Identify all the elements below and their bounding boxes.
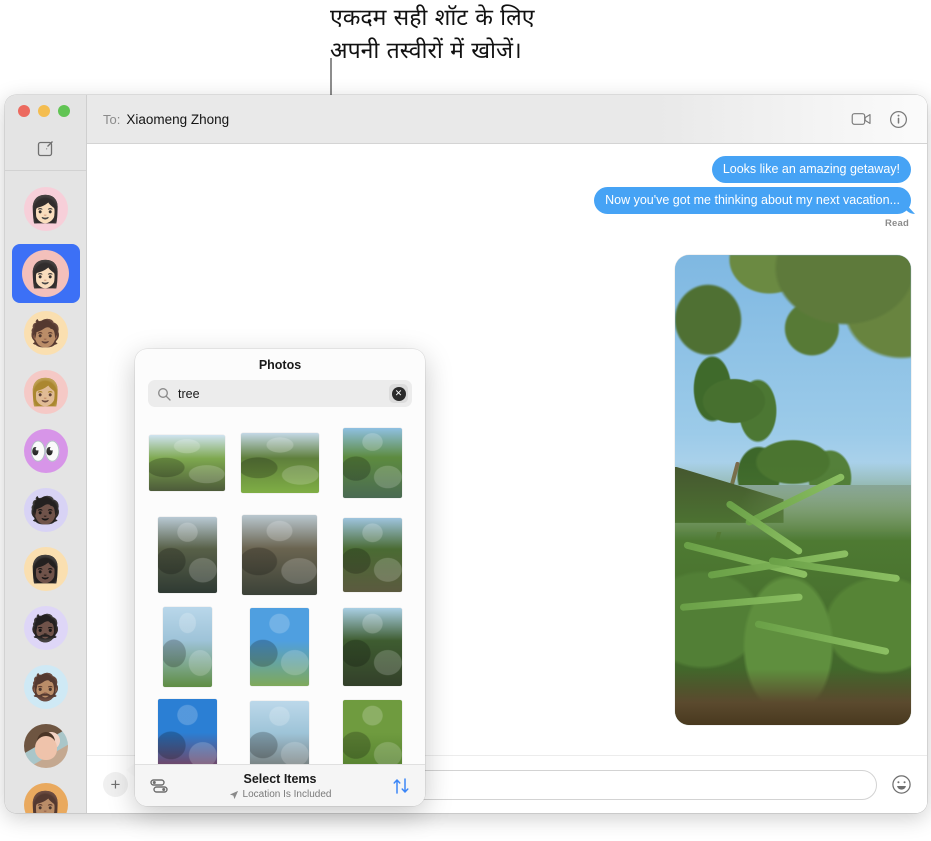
location-included-row: Location Is Included bbox=[169, 788, 391, 801]
window-traffic-lights[interactable] bbox=[5, 95, 86, 127]
photo-thumbnail-texture bbox=[250, 608, 310, 686]
avatar: 👩🏼 bbox=[23, 369, 68, 414]
avatar: 👩🏿 bbox=[23, 546, 68, 591]
avatar: 👩🏽 bbox=[23, 782, 68, 813]
photo-thumbnail-texture bbox=[242, 515, 318, 595]
photo-leaf bbox=[724, 499, 804, 556]
photo-thumbnail-texture bbox=[149, 435, 226, 491]
photo-thumbnail[interactable] bbox=[157, 699, 217, 764]
attached-photo[interactable] bbox=[675, 255, 911, 725]
avatar: 🧑🏽 bbox=[23, 310, 68, 355]
photo-thumbnail-texture bbox=[162, 607, 212, 687]
avatar bbox=[23, 723, 68, 768]
compose-icon[interactable] bbox=[36, 139, 56, 159]
photos-search-field[interactable]: ✕ bbox=[148, 380, 412, 407]
avatar: 🧔🏽 bbox=[23, 664, 68, 709]
photo-thumbnail-texture bbox=[157, 699, 217, 764]
add-attachment-button[interactable]: + bbox=[103, 772, 128, 797]
video-camera-icon[interactable] bbox=[849, 106, 875, 132]
callout-text: एकदम सही शॉट के लिए अपनी तस्वीरों में खो… bbox=[330, 5, 535, 64]
photo-thumbnail-texture bbox=[240, 433, 319, 493]
conversation-titlebar: To: Xiaomeng Zhong bbox=[87, 95, 927, 144]
sidebar-conversation-item[interactable] bbox=[12, 716, 80, 775]
message-row: Now you've got me thinking about my next… bbox=[103, 187, 911, 214]
avatar: 👩🏻 bbox=[22, 250, 69, 297]
smiley-icon[interactable] bbox=[889, 773, 913, 797]
recipient-name[interactable]: Xiaomeng Zhong bbox=[126, 112, 229, 127]
photos-footer-center: Select Items Location Is Included bbox=[169, 770, 391, 801]
photo-thumbnail[interactable] bbox=[343, 518, 403, 592]
photo-thumbnail[interactable] bbox=[242, 515, 318, 595]
avatar: 🧔🏿 bbox=[23, 605, 68, 650]
photo-thumbnail-texture bbox=[343, 608, 403, 686]
photo-thumbnail[interactable] bbox=[343, 428, 403, 498]
sidebar-conversation-item[interactable]: 👩🏿 bbox=[12, 539, 80, 598]
photo-thumbnail[interactable] bbox=[250, 701, 310, 764]
select-items-label[interactable]: Select Items bbox=[244, 772, 317, 786]
photo-thumbnail[interactable] bbox=[343, 608, 403, 686]
photos-popover[interactable]: Photos ✕ bbox=[135, 349, 425, 806]
photo-thumbnail[interactable] bbox=[149, 435, 226, 491]
sidebar-conversation-item[interactable]: 🧑🏽 bbox=[12, 303, 80, 362]
minimize-button[interactable] bbox=[38, 105, 50, 117]
location-arrow-icon bbox=[229, 790, 238, 799]
photos-search-input[interactable] bbox=[178, 386, 389, 401]
message-bubble[interactable]: Now you've got me thinking about my next… bbox=[594, 187, 911, 214]
close-button[interactable] bbox=[18, 105, 30, 117]
clear-circle-icon: ✕ bbox=[391, 386, 406, 401]
sort-arrows-icon[interactable] bbox=[391, 776, 411, 796]
to-label: To: bbox=[103, 111, 121, 127]
sidebar-conversation-item[interactable]: 🧔🏽 bbox=[12, 657, 80, 716]
sidebar-conversation-item[interactable]: 🧑🏿 bbox=[12, 480, 80, 539]
photo-thumbnail-texture bbox=[250, 701, 310, 764]
photos-search-wrap: ✕ bbox=[135, 380, 425, 417]
location-included-label: Location Is Included bbox=[242, 789, 332, 800]
search-icon bbox=[157, 387, 171, 401]
info-circle-icon[interactable] bbox=[885, 106, 911, 132]
message-row: Looks like an amazing getaway! bbox=[103, 156, 911, 183]
avatar: 👀 bbox=[23, 428, 68, 473]
photo-thumbnail-texture bbox=[343, 700, 403, 764]
avatar: 👩🏻 bbox=[23, 186, 68, 231]
photo-thumbnail[interactable] bbox=[343, 700, 403, 764]
read-status: Read bbox=[884, 218, 909, 229]
avatar: 🧑🏿 bbox=[23, 487, 68, 532]
photo-thumbnail[interactable] bbox=[157, 517, 217, 593]
photo-thumbnail[interactable] bbox=[162, 607, 212, 687]
sliders-icon[interactable] bbox=[149, 778, 169, 794]
photos-popover-title: Photos bbox=[258, 358, 302, 372]
photo-thumbnail[interactable] bbox=[240, 433, 319, 493]
photo-thumbnail-texture bbox=[157, 517, 217, 593]
photo-soil-layer bbox=[675, 668, 911, 725]
photo-thumbnail-texture bbox=[343, 428, 403, 498]
read-receipt-row: Read bbox=[103, 218, 911, 229]
sidebar-conversation-item[interactable]: 🧔🏿 bbox=[12, 598, 80, 657]
photo-thumbnail[interactable] bbox=[250, 608, 310, 686]
message-list: Looks like an amazing getaway! Now you've… bbox=[103, 156, 911, 214]
sidebar-conversation-item[interactable]: 👩🏼 bbox=[12, 362, 80, 421]
zoom-button[interactable] bbox=[58, 105, 70, 117]
photo-thumbnail-texture bbox=[343, 518, 403, 592]
sidebar-conversation-item[interactable]: 👩🏻 bbox=[12, 179, 80, 238]
photo-leaf bbox=[744, 472, 845, 527]
clear-search-button[interactable]: ✕ bbox=[389, 384, 408, 403]
photos-grid[interactable] bbox=[135, 417, 425, 764]
sidebar: 👩🏻 👩🏻 🧑🏽 👩🏼 👀 🧑🏿 👩🏿 🧔🏿 🧔🏽 👩🏽 bbox=[5, 95, 87, 813]
compose-row[interactable] bbox=[5, 127, 86, 171]
photos-popover-footer: Select Items Location Is Included bbox=[135, 764, 425, 806]
message-bubble[interactable]: Looks like an amazing getaway! bbox=[711, 156, 911, 183]
conversation-list[interactable]: 👩🏻 👩🏻 🧑🏽 👩🏼 👀 🧑🏿 👩🏿 🧔🏿 🧔🏽 👩🏽 bbox=[5, 171, 86, 813]
sidebar-conversation-item[interactable]: 👩🏻 bbox=[11, 244, 80, 303]
sidebar-conversation-item[interactable]: 👩🏽 bbox=[12, 775, 80, 813]
sidebar-conversation-item[interactable]: 👀 bbox=[12, 421, 80, 480]
photo-leaf bbox=[754, 619, 890, 656]
photo-leaf bbox=[679, 593, 803, 611]
